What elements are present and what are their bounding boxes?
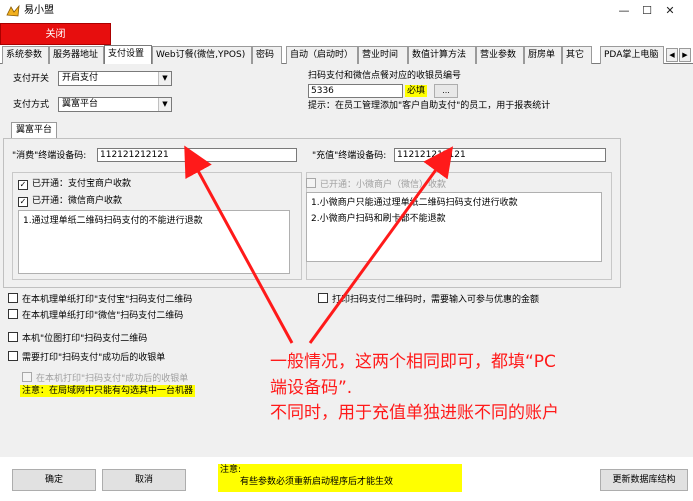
restart-note: 注意: 有些参数必须重新启动程序后才能生效 bbox=[218, 464, 462, 492]
arrow-to-consume-code bbox=[184, 145, 294, 344]
arrow-to-recharge-code bbox=[308, 146, 454, 344]
update-db-button[interactable]: 更新数据库结构 bbox=[600, 469, 688, 491]
restart-note-text: 有些参数必须重新启动程序后才能生效 bbox=[240, 477, 394, 487]
restart-note-title: 注意: bbox=[220, 465, 242, 475]
ok-button[interactable]: 确定 bbox=[12, 469, 96, 491]
annotation-arrows bbox=[184, 145, 454, 344]
cancel-button[interactable]: 取消 bbox=[102, 469, 186, 491]
